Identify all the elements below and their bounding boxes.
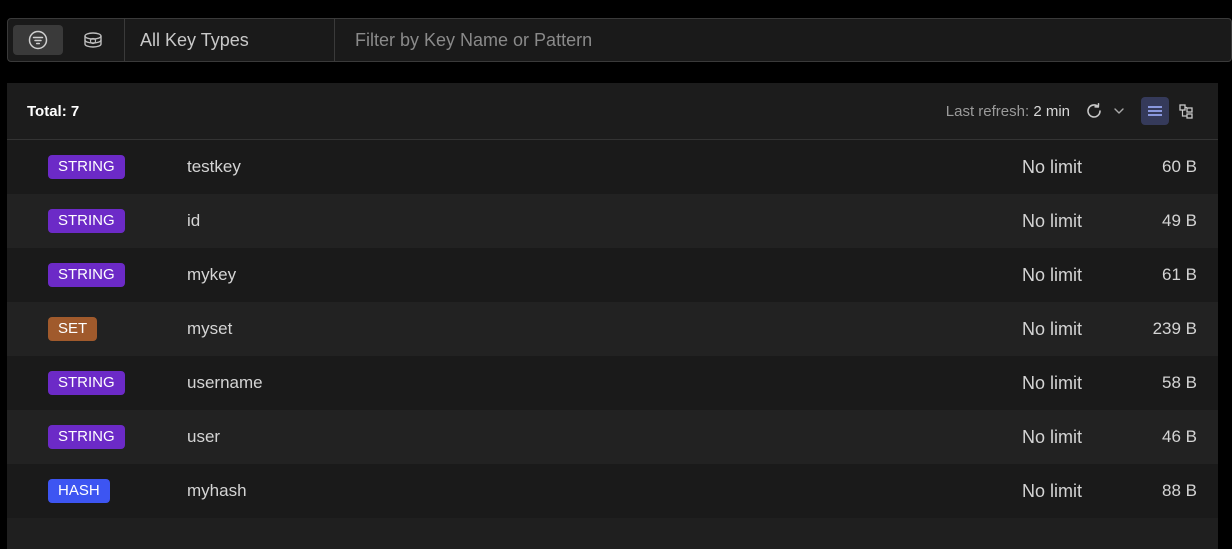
key-type-badge: HASH — [48, 479, 110, 503]
key-list: STRING testkey No limit 60 B STRING id No limi… — [7, 140, 1218, 518]
key-filter-toolbar: All Key Types — [7, 18, 1232, 62]
key-name: testkey — [187, 157, 241, 176]
key-name: user — [187, 427, 221, 446]
key-row[interactable]: STRING testkey No limit 60 B — [7, 140, 1218, 194]
key-ttl: No limit — [1022, 426, 1083, 447]
key-name: username — [187, 373, 263, 392]
key-type-badge: STRING — [48, 263, 125, 287]
key-type-badge: STRING — [48, 371, 125, 395]
refresh-button[interactable] — [1084, 101, 1104, 121]
key-type-select[interactable]: All Key Types — [124, 19, 335, 61]
search-index-mode-button[interactable] — [69, 25, 119, 55]
key-size: 49 B — [1162, 211, 1197, 230]
key-ttl: No limit — [1022, 372, 1083, 393]
filter-mode-button[interactable] — [13, 25, 63, 55]
filter-input[interactable] — [335, 18, 1231, 62]
key-type-badge: SET — [48, 317, 98, 341]
key-ttl: No limit — [1022, 318, 1083, 339]
key-ttl: No limit — [1022, 210, 1083, 231]
key-name: myset — [187, 319, 233, 338]
key-ttl: No limit — [1022, 156, 1083, 177]
last-refresh-value: 2 min — [1033, 102, 1070, 120]
key-row[interactable]: HASH myhash No limit 88 B — [7, 464, 1218, 518]
key-row[interactable]: STRING mykey No limit 61 B — [7, 248, 1218, 302]
key-row[interactable]: SET myset No limit 239 B — [7, 302, 1218, 356]
key-size: 46 B — [1162, 427, 1197, 446]
last-refresh-label: Last refresh: — [945, 102, 1030, 120]
key-list-panel: Total: 7 Last refresh: 2 min STRING test… — [7, 83, 1218, 549]
search-index-icon — [84, 32, 102, 48]
auto-refresh-dropdown[interactable] — [1110, 102, 1128, 120]
key-ttl: No limit — [1022, 264, 1083, 285]
last-refresh: Last refresh: 2 min — [946, 103, 1070, 120]
tree-view-button[interactable] — [1172, 97, 1200, 125]
key-type-badge: STRING — [48, 209, 125, 233]
key-name: id — [187, 211, 201, 230]
refresh-icon — [1087, 102, 1101, 118]
filter-icon — [28, 30, 47, 50]
tree-view-icon — [1179, 104, 1193, 119]
header-actions: Last refresh: 2 min — [946, 97, 1200, 125]
key-row[interactable]: STRING id No limit 49 B — [7, 194, 1218, 248]
key-size: 60 B — [1162, 157, 1197, 176]
key-type-badge: STRING — [48, 155, 125, 179]
key-size: 88 B — [1162, 481, 1197, 500]
chevron-down-icon — [1114, 108, 1124, 114]
key-type-select-value: All Key Types — [140, 29, 249, 50]
key-size: 61 B — [1162, 265, 1197, 284]
key-size: 58 B — [1162, 373, 1197, 392]
key-name: mykey — [187, 265, 237, 284]
total-count: Total: 7 — [27, 102, 80, 120]
key-row[interactable]: STRING username No limit 58 B — [7, 356, 1218, 410]
key-row[interactable]: STRING user No limit 46 B — [7, 410, 1218, 464]
key-type-badge: STRING — [48, 425, 125, 449]
key-list-header: Total: 7 Last refresh: 2 min — [7, 83, 1218, 140]
search-mode-group — [8, 19, 124, 61]
key-size: 239 B — [1152, 319, 1197, 338]
key-ttl: No limit — [1022, 480, 1083, 501]
list-view-button[interactable] — [1141, 97, 1169, 125]
list-view-icon — [1148, 106, 1162, 116]
key-name: myhash — [187, 481, 247, 500]
